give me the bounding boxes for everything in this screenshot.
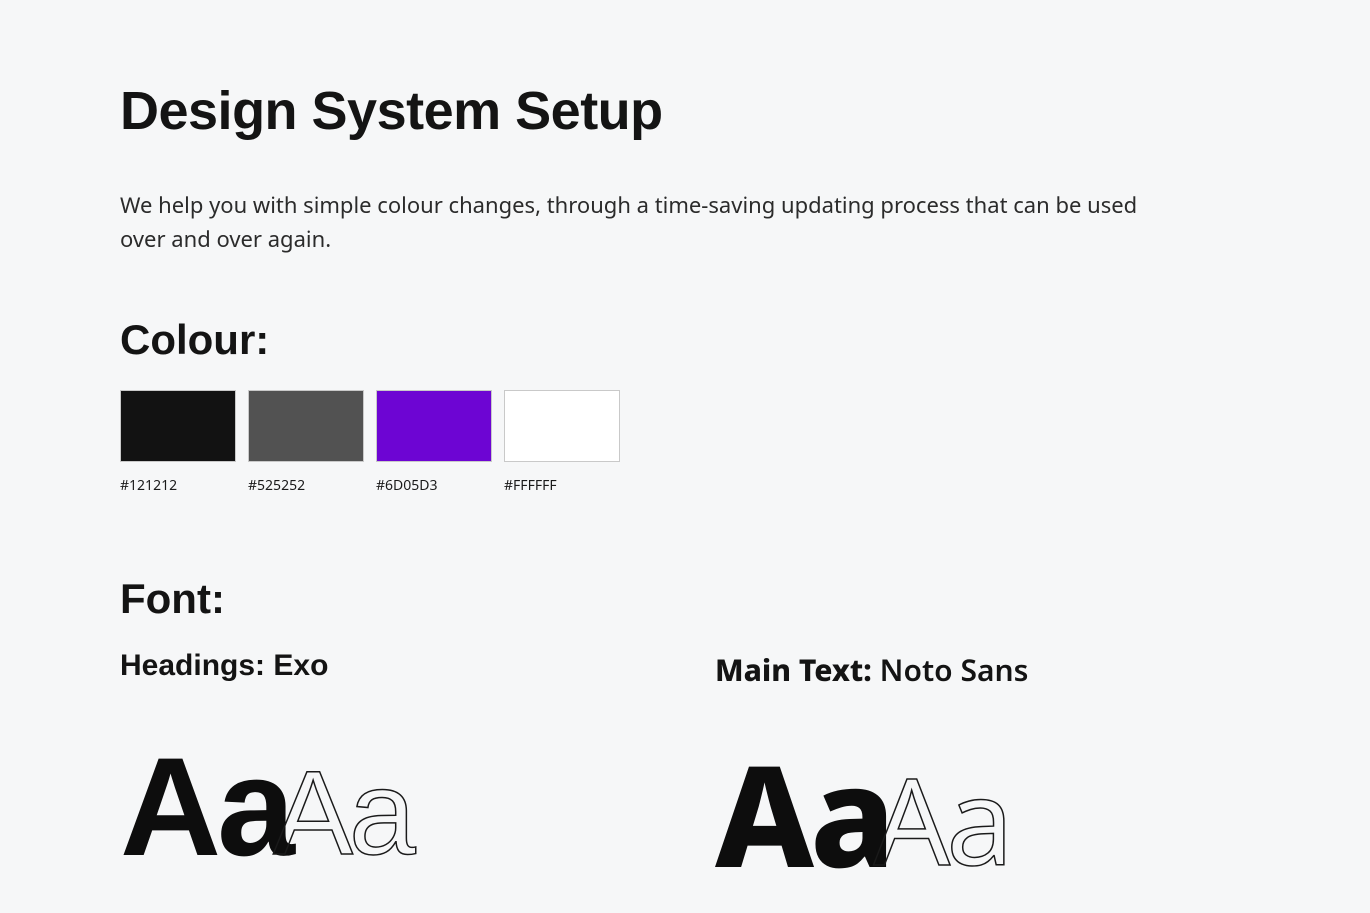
swatch-label: #121212 [120, 476, 236, 495]
font-sample-outline: Aa [273, 746, 412, 880]
font-headings-column: Headings: Exo Aa Aa [120, 649, 655, 884]
swatch-label: #525252 [248, 476, 364, 495]
colour-swatches: #121212 #525252 #6D05D3 #FFFFFF [120, 390, 1250, 495]
font-role-label: Main Text: [715, 649, 872, 690]
swatch-label: #FFFFFF [504, 476, 620, 495]
font-heading: Font: [120, 575, 1250, 623]
font-sample-main: Aa Aa [715, 714, 1250, 884]
font-main-label: Main Text: Noto Sans [715, 649, 1250, 690]
font-role-label: Headings: [120, 649, 265, 682]
font-name: Exo [273, 649, 328, 682]
font-headings-label: Headings: Exo [120, 649, 655, 683]
page-intro: We help you with simple colour changes, … [120, 188, 1140, 256]
font-sample-solid: Aa [120, 737, 291, 877]
font-sample-outline: Aa [874, 738, 1010, 901]
colour-swatch: #6D05D3 [376, 390, 492, 495]
colour-swatch: #FFFFFF [504, 390, 620, 495]
swatch-box [120, 390, 236, 462]
colour-swatch: #121212 [120, 390, 236, 495]
swatch-box [248, 390, 364, 462]
font-section: Font: Headings: Exo Aa Aa Main Text: Not… [120, 575, 1250, 884]
font-name: Noto Sans [880, 649, 1029, 690]
colour-heading: Colour: [120, 316, 1250, 364]
swatch-label: #6D05D3 [376, 476, 492, 495]
colour-swatch: #525252 [248, 390, 364, 495]
font-main-column: Main Text: Noto Sans Aa Aa [715, 649, 1250, 884]
swatch-box [504, 390, 620, 462]
font-sample-solid: Aa [715, 744, 892, 884]
design-system-page: Design System Setup We help you with sim… [120, 80, 1250, 884]
page-title: Design System Setup [120, 80, 1250, 142]
swatch-box [376, 390, 492, 462]
font-sample-headings: Aa Aa [120, 707, 655, 877]
